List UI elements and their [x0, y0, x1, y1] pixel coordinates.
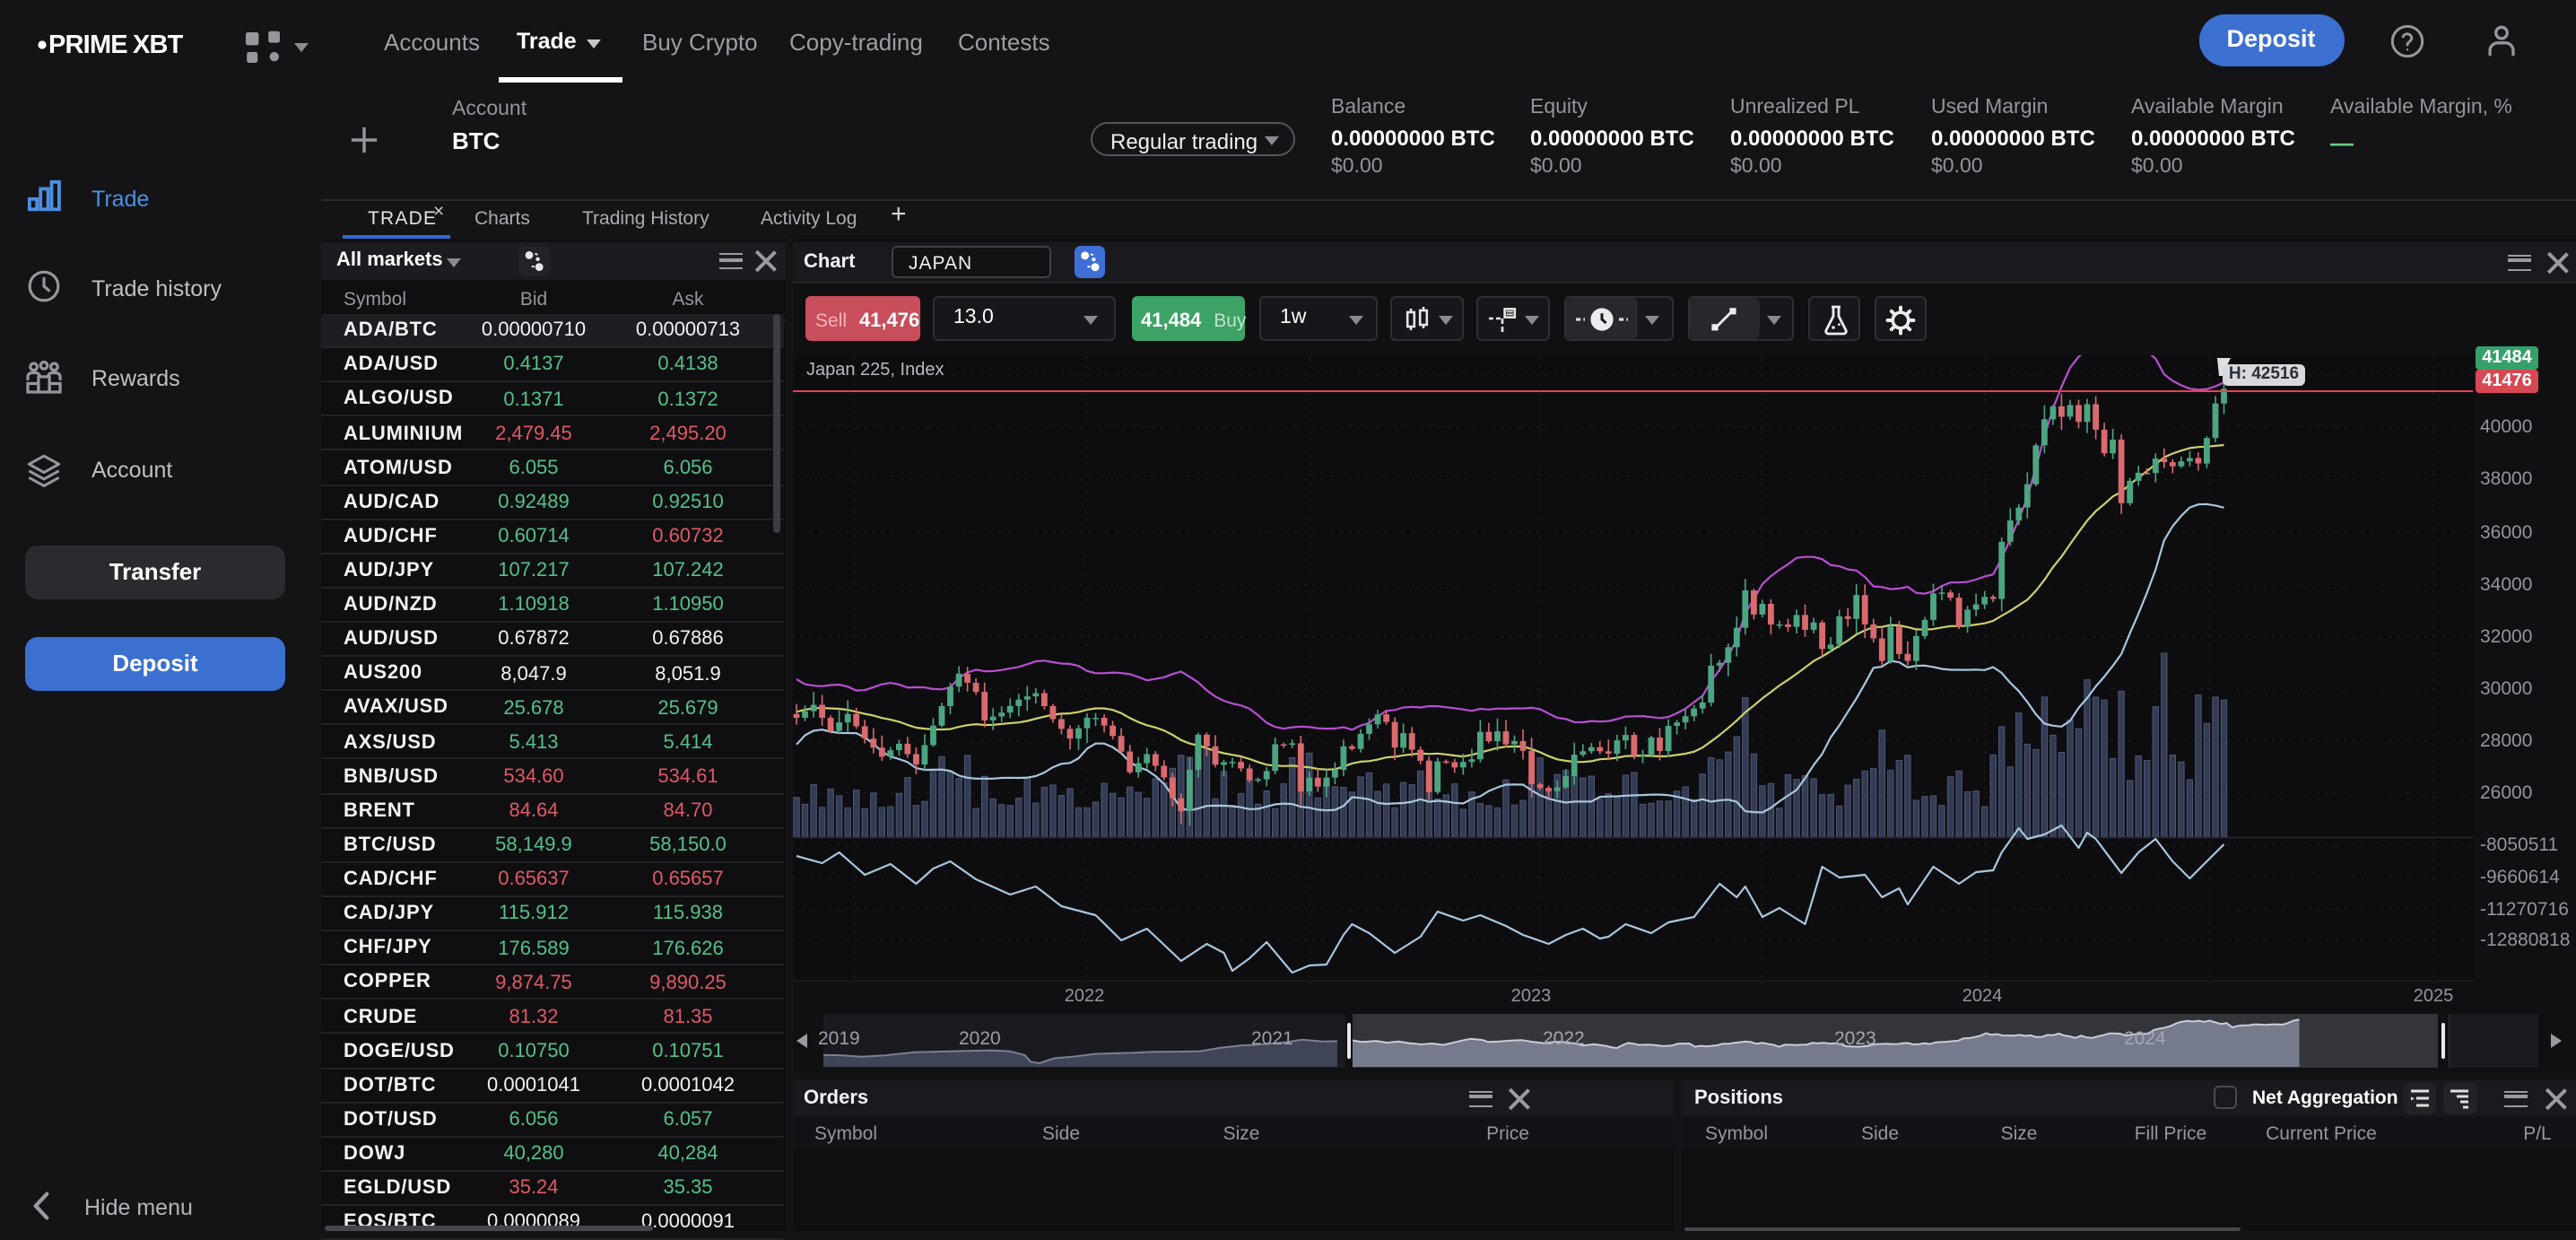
svg-text:XBT: XBT	[133, 31, 184, 57]
svg-text:PRIME: PRIME	[48, 31, 127, 57]
